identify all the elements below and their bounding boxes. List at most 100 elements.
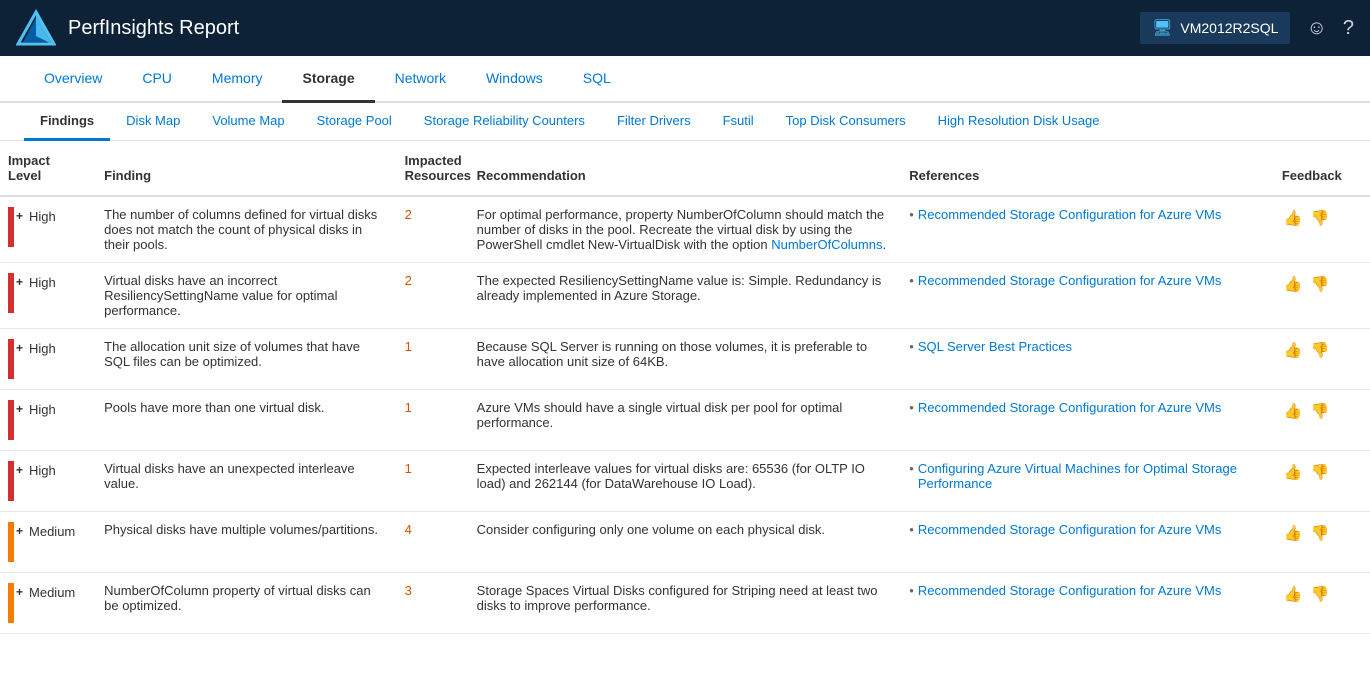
thumbs-down-button[interactable]: 👎 <box>1309 522 1332 544</box>
impact-label: High <box>29 402 56 417</box>
thumbs-up-button[interactable]: 👍 <box>1282 207 1305 229</box>
impacted-count: 1 <box>405 339 412 354</box>
main-tab-overview[interactable]: Overview <box>24 56 122 103</box>
sub-tab-filter-drivers[interactable]: Filter Drivers <box>601 103 707 141</box>
sub-tab-storage-pool[interactable]: Storage Pool <box>301 103 408 141</box>
impact-bar <box>8 461 14 501</box>
vm-selector[interactable]: 🖥 VM2012R2SQL <box>1140 12 1290 44</box>
reference-item: •Recommended Storage Configuration for A… <box>909 207 1266 224</box>
reference-item: •Configuring Azure Virtual Machines for … <box>909 461 1266 493</box>
expand-button[interactable]: + <box>16 341 23 355</box>
impact-cell-6: + Medium <box>0 573 96 634</box>
main-tab-cpu[interactable]: CPU <box>122 56 192 103</box>
impacted-cell-3: 1 <box>397 390 469 451</box>
impacted-cell-5: 4 <box>397 512 469 573</box>
ref-bullet-icon: • <box>909 522 914 537</box>
impact-cell-3: + High <box>0 390 96 451</box>
sub-tab-storage-reliability[interactable]: Storage Reliability Counters <box>408 103 601 141</box>
header-right: 🖥 VM2012R2SQL ☺ ? <box>1140 12 1354 44</box>
impact-label: High <box>29 341 56 356</box>
sub-tab-disk-map[interactable]: Disk Map <box>110 103 196 141</box>
impacted-cell-1: 2 <box>397 263 469 329</box>
thumbs-down-button[interactable]: 👎 <box>1309 583 1332 605</box>
feedback-buttons: 👍 👎 <box>1282 583 1362 605</box>
reference-link[interactable]: SQL Server Best Practices <box>918 339 1072 354</box>
table-row: + Medium Physical disks have multiple vo… <box>0 512 1370 573</box>
thumbs-up-button[interactable]: 👍 <box>1282 522 1305 544</box>
ref-bullet-icon: • <box>909 339 914 354</box>
help-button[interactable]: ? <box>1343 17 1354 40</box>
thumbs-down-button[interactable]: 👎 <box>1309 339 1332 361</box>
main-tab-network[interactable]: Network <box>375 56 466 103</box>
thumbs-up-button[interactable]: 👍 <box>1282 273 1305 295</box>
thumbs-up-button[interactable]: 👍 <box>1282 461 1305 483</box>
reference-link[interactable]: Recommended Storage Configuration for Az… <box>918 273 1222 288</box>
feedback-cell-4: 👍 👎 <box>1274 451 1370 512</box>
expand-button[interactable]: + <box>16 585 23 599</box>
feedback-buttons: 👍 👎 <box>1282 273 1362 295</box>
thumbs-up-button[interactable]: 👍 <box>1282 339 1305 361</box>
reference-link[interactable]: Recommended Storage Configuration for Az… <box>918 522 1222 537</box>
expand-button[interactable]: + <box>16 275 23 289</box>
feedback-cell-2: 👍 👎 <box>1274 329 1370 390</box>
references-cell-6: •Recommended Storage Configuration for A… <box>901 573 1274 634</box>
feedback-cell-1: 👍 👎 <box>1274 263 1370 329</box>
feedback-cell-5: 👍 👎 <box>1274 512 1370 573</box>
impacted-cell-4: 1 <box>397 451 469 512</box>
recommendation-cell-0: For optimal performance, property Number… <box>469 196 902 263</box>
impact-cell-5: + Medium <box>0 512 96 573</box>
impacted-count: 3 <box>405 583 412 598</box>
finding-cell-5: Physical disks have multiple volumes/par… <box>96 512 396 573</box>
sub-tab-top-disk[interactable]: Top Disk Consumers <box>770 103 922 141</box>
reference-item: • SQL Server Best Practices <box>909 339 1266 356</box>
expand-button[interactable]: + <box>16 402 23 416</box>
reference-link[interactable]: Recommended Storage Configuration for Az… <box>918 583 1222 598</box>
table-row: + High Pools have more than one virtual … <box>0 390 1370 451</box>
impacted-count: 4 <box>405 522 412 537</box>
recommendation-cell-4: Expected interleave values for virtual d… <box>469 451 902 512</box>
sub-tab-findings[interactable]: Findings <box>24 103 110 141</box>
expand-button[interactable]: + <box>16 463 23 477</box>
thumbs-up-button[interactable]: 👍 <box>1282 400 1305 422</box>
thumbs-down-button[interactable]: 👎 <box>1309 207 1332 229</box>
table-header: ImpactLevel Finding ImpactedResources Re… <box>0 141 1370 196</box>
reference-item: • Recommended Storage Configuration for A… <box>909 273 1266 290</box>
thumbs-down-button[interactable]: 👎 <box>1309 461 1332 483</box>
sub-tab-high-res-disk[interactable]: High Resolution Disk Usage <box>922 103 1116 141</box>
finding-cell-6: NumberOfColumn property of virtual disks… <box>96 573 396 634</box>
header-logo: PerfInsights Report <box>16 8 1140 48</box>
reference-link[interactable]: Recommended Storage Configuration for Az… <box>918 207 1222 222</box>
expand-button[interactable]: + <box>16 209 23 223</box>
sub-tab-volume-map[interactable]: Volume Map <box>196 103 300 141</box>
main-tab-sql[interactable]: SQL <box>563 56 631 103</box>
finding-cell-1: Virtual disks have an incorrect Resilien… <box>96 263 396 329</box>
impact-label: High <box>29 463 56 478</box>
thumbs-down-button[interactable]: 👎 <box>1309 400 1332 422</box>
recommendation-cell-6: Storage Spaces Virtual Disks configured … <box>469 573 902 634</box>
references-cell-5: • Recommended Storage Configuration for A… <box>901 512 1274 573</box>
main-tab-windows[interactable]: Windows <box>466 56 563 103</box>
reference-link[interactable]: Configuring Azure Virtual Machines for O… <box>918 461 1266 491</box>
ref-bullet-icon: • <box>909 400 914 415</box>
feedback-buttons: 👍 👎 <box>1282 400 1362 422</box>
impact-bar <box>8 583 14 623</box>
reference-link[interactable]: Recommended Storage Configuration for Az… <box>918 400 1222 415</box>
expand-button[interactable]: + <box>16 524 23 538</box>
highlight-text: NumberOfColumns <box>771 237 882 252</box>
thumbs-up-button[interactable]: 👍 <box>1282 583 1305 605</box>
sub-tab-fsutil[interactable]: Fsutil <box>707 103 770 141</box>
impact-bar <box>8 522 14 562</box>
impact-cell-0: + High <box>0 196 96 263</box>
smile-button[interactable]: ☺ <box>1306 17 1326 40</box>
impacted-count: 2 <box>405 273 412 288</box>
table-row: + High Virtual disks have an unexpected … <box>0 451 1370 512</box>
feedback-buttons: 👍 👎 <box>1282 461 1362 483</box>
thumbs-down-button[interactable]: 👎 <box>1309 273 1332 295</box>
impact-bar <box>8 339 14 379</box>
recommendation-cell-3: Azure VMs should have a single virtual d… <box>469 390 902 451</box>
col-header-recommendation: Recommendation <box>469 141 902 196</box>
ref-bullet-icon: • <box>909 273 914 288</box>
main-tab-memory[interactable]: Memory <box>192 56 283 103</box>
table-row: + High The allocation unit size of volum… <box>0 329 1370 390</box>
main-tab-storage[interactable]: Storage <box>282 56 374 103</box>
